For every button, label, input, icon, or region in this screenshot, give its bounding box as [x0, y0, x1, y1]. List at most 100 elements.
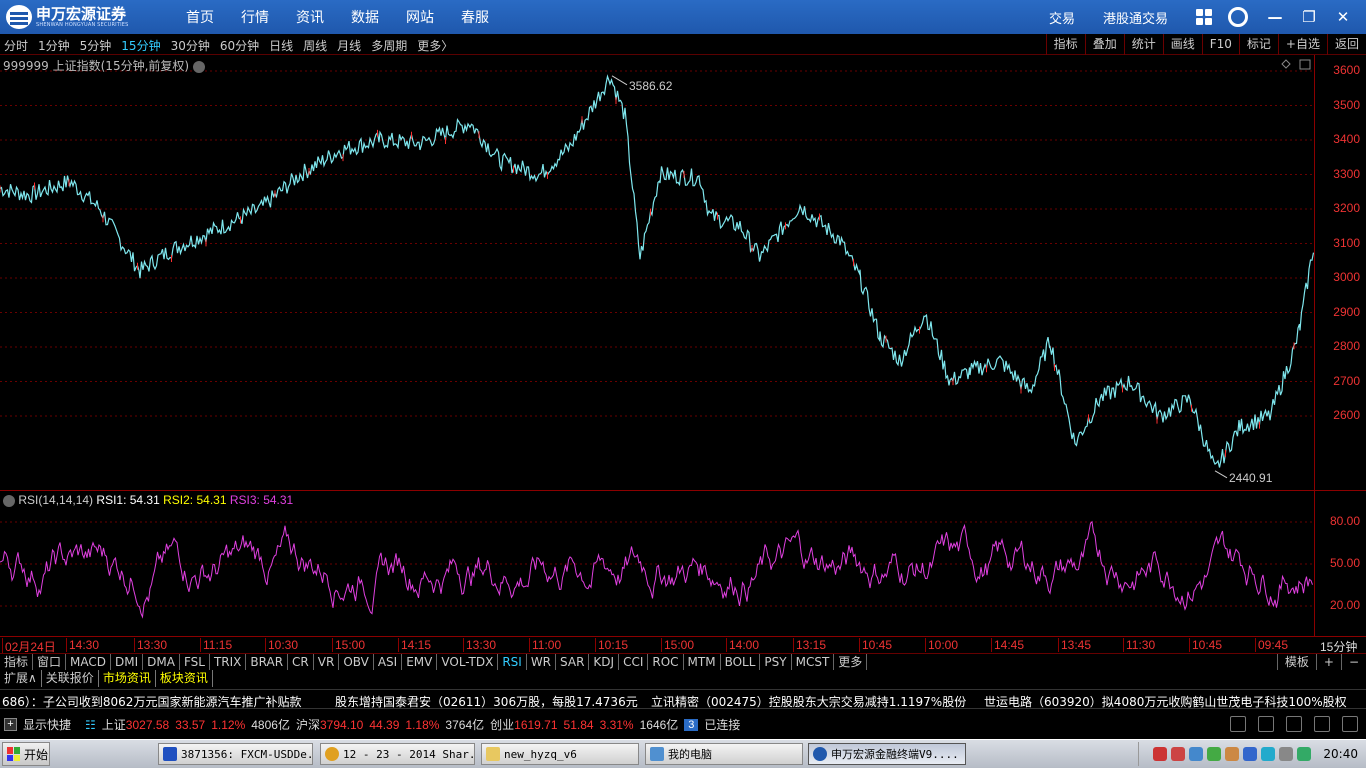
- minimize-button[interactable]: —: [1264, 6, 1286, 28]
- speaker-icon[interactable]: [1230, 716, 1246, 732]
- tool-add-watch[interactable]: +自选: [1277, 34, 1327, 55]
- tool-mark[interactable]: 标记: [1238, 34, 1278, 55]
- indicator-tab[interactable]: FSL: [180, 654, 210, 671]
- period-tab[interactable]: 周线: [303, 37, 327, 54]
- gear-icon[interactable]: [1228, 7, 1248, 27]
- tray-icon[interactable]: [1297, 747, 1312, 761]
- tray-icon[interactable]: [1243, 747, 1258, 761]
- bell-icon[interactable]: [1342, 716, 1358, 732]
- nav-news[interactable]: 资讯: [296, 0, 324, 34]
- indicator-tab[interactable]: RSI: [498, 654, 527, 671]
- period-tab[interactable]: 分时: [4, 37, 28, 54]
- nav-quotes[interactable]: 行情: [241, 0, 269, 34]
- indicator-tab[interactable]: VR: [314, 654, 340, 671]
- tray-icon[interactable]: [1171, 747, 1186, 761]
- info-tab-related[interactable]: 关联报价: [42, 670, 99, 687]
- tool-overlay[interactable]: 叠加: [1084, 34, 1124, 55]
- period-tab[interactable]: 60分钟: [220, 37, 259, 54]
- grid-menu-icon[interactable]: [1196, 9, 1212, 25]
- period-tab[interactable]: 5分钟: [80, 37, 112, 54]
- indicator-tab[interactable]: TRIX: [210, 654, 247, 671]
- indicator-tab[interactable]: BRAR: [246, 654, 289, 671]
- ticker-item[interactable]: 立讯精密（002475）控股股东大宗交易减持1.1197%股份: [651, 693, 966, 708]
- tray-icon[interactable]: [1153, 747, 1168, 761]
- tray-icon[interactable]: [1225, 747, 1240, 761]
- chevron-down-icon[interactable]: [192, 60, 205, 73]
- chevron-down-icon[interactable]: [3, 494, 15, 507]
- tool-stats[interactable]: 统计: [1123, 34, 1163, 55]
- indicator-tab[interactable]: SAR: [556, 654, 590, 671]
- ticker-item[interactable]: 股东增持国泰君安（02611）306万股，每股17.4736元: [335, 693, 638, 708]
- indicator-tab[interactable]: 窗口: [33, 654, 67, 671]
- tool-f10[interactable]: F10: [1201, 34, 1239, 55]
- tool-draw[interactable]: 画线: [1162, 34, 1202, 55]
- tool-back[interactable]: 返回: [1326, 34, 1366, 55]
- add-window-button[interactable]: +: [1315, 654, 1341, 670]
- indicator-tab[interactable]: MACD: [66, 654, 112, 671]
- rsi-tick: 80.00: [1329, 514, 1360, 528]
- remove-window-button[interactable]: −: [1340, 654, 1366, 670]
- task-button[interactable]: 3871356: FXCM-USDDe...: [158, 743, 313, 765]
- indicator-tab[interactable]: MCST: [792, 654, 835, 671]
- tray-icon[interactable]: [1261, 747, 1276, 761]
- period-tab-active[interactable]: 15分钟: [121, 37, 160, 54]
- plus-icon[interactable]: +: [4, 718, 17, 731]
- indicator-tab[interactable]: DMA: [143, 654, 180, 671]
- ticker-item[interactable]: 686）：子公司收到8062万元国家新能源汽车推广补贴款: [2, 693, 301, 708]
- indicator-tab[interactable]: OBV: [339, 654, 374, 671]
- tray-icon[interactable]: [1279, 747, 1294, 761]
- ticker-item[interactable]: 世运电路（603920）拟4080万元收购鹤山世茂电子科技100%股权: [984, 693, 1347, 708]
- status-bar: + 显示快捷 ☷ 上证 3027.58 33.57 1.12% 4806亿 沪深…: [0, 710, 1366, 738]
- indicator-tab[interactable]: VOL-TDX: [437, 654, 499, 671]
- settings-icon[interactable]: [1314, 716, 1330, 732]
- info-tab-sector-news[interactable]: 板块资讯: [156, 670, 213, 687]
- indicator-tab[interactable]: BOLL: [721, 654, 761, 671]
- restore-button[interactable]: ❐: [1298, 6, 1320, 28]
- keyboard-icon[interactable]: [1258, 716, 1274, 732]
- nav-trade[interactable]: 交易: [1049, 8, 1075, 27]
- task-button[interactable]: 我的电脑: [645, 743, 803, 765]
- start-button[interactable]: 开始: [2, 742, 50, 766]
- indicator-tab[interactable]: WR: [527, 654, 557, 671]
- indicator-tab[interactable]: MTM: [684, 654, 721, 671]
- lock-icon[interactable]: [1286, 716, 1302, 732]
- period-tab[interactable]: 1分钟: [38, 37, 70, 54]
- indicator-tab[interactable]: KDJ: [589, 654, 620, 671]
- tool-indicator[interactable]: 指标: [1045, 34, 1085, 55]
- task-button-active[interactable]: 申万宏源金融终端V9....: [808, 743, 966, 765]
- tray-icon[interactable]: [1207, 747, 1222, 761]
- indicator-tab[interactable]: PSY: [760, 654, 792, 671]
- nav-home[interactable]: 首页: [186, 0, 214, 34]
- task-button[interactable]: new_hyzq_v6: [481, 743, 639, 765]
- period-tab[interactable]: 更多〉: [417, 37, 453, 54]
- indicator-tab[interactable]: EMV: [402, 654, 438, 671]
- tray-icon[interactable]: [1189, 747, 1204, 761]
- min-price-label: 2440.91: [1229, 471, 1273, 485]
- news-ticker[interactable]: 686）：子公司收到8062万元国家新能源汽车推广补贴款 股东增持国泰君安（02…: [0, 689, 1366, 709]
- template-button[interactable]: 模板: [1276, 654, 1316, 670]
- nav-hk-trade[interactable]: 港股通交易: [1103, 8, 1168, 27]
- period-tab[interactable]: 月线: [337, 37, 361, 54]
- brand-sub: SHENWAN HONGYUAN SECURITIES: [36, 21, 129, 28]
- close-button[interactable]: ✕: [1332, 6, 1354, 28]
- nav-website[interactable]: 网站: [406, 0, 434, 34]
- indicator-tab[interactable]: DMI: [111, 654, 144, 671]
- nav-service[interactable]: 春服: [461, 0, 489, 34]
- info-tab-expand[interactable]: 扩展∧: [0, 670, 42, 687]
- indicator-tab[interactable]: 指标: [0, 654, 34, 671]
- task-button[interactable]: 12 - 23 - 2014 Shar...: [320, 743, 475, 765]
- indicator-tab[interactable]: ROC: [648, 654, 684, 671]
- show-shortcut[interactable]: 显示快捷: [23, 716, 71, 733]
- period-tab[interactable]: 30分钟: [171, 37, 210, 54]
- indicator-tab[interactable]: CR: [288, 654, 314, 671]
- info-tab-market-news[interactable]: 市场资讯: [99, 670, 156, 687]
- price-chart[interactable]: 3586.62 2440.91: [0, 55, 1314, 490]
- period-tab[interactable]: 日线: [269, 37, 293, 54]
- nav-data[interactable]: 数据: [351, 0, 379, 34]
- start-label: 开始: [24, 747, 49, 762]
- period-tab[interactable]: 多周期: [371, 37, 407, 54]
- indicator-tab[interactable]: CCI: [619, 654, 649, 671]
- indicator-tab[interactable]: 更多: [834, 654, 868, 671]
- indicator-tab[interactable]: ASI: [374, 654, 403, 671]
- rsi-chart[interactable]: [0, 491, 1314, 636]
